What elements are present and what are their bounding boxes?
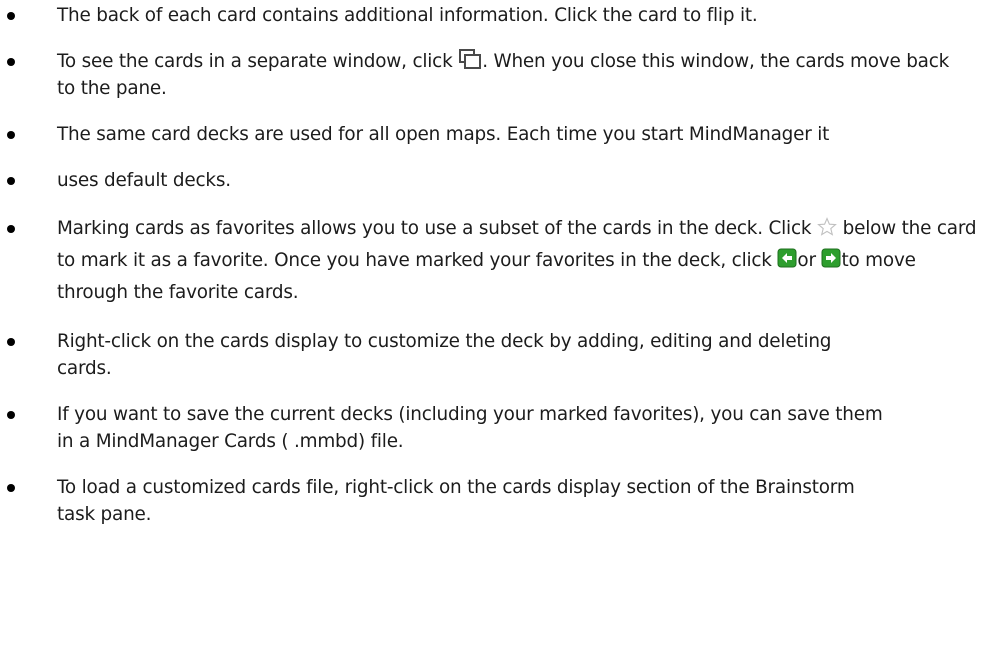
bullet-text: The back of each card contains additiona… — [57, 5, 758, 26]
bullet-text: The same card decks are used for all ope… — [57, 124, 830, 145]
bullet-text: To see the cards in a separate window, c… — [57, 51, 459, 72]
bullet-text: Marking cards as favorites allows you to… — [57, 218, 812, 239]
bullet-text: Right-click on the cards display to cust… — [57, 331, 832, 379]
bullet-dot — [7, 58, 15, 66]
bullet-dot — [7, 338, 15, 346]
bullet-dot — [7, 225, 15, 233]
previous-favorite-icon — [777, 248, 797, 268]
bullet-text: To load a customized cards file, right-c… — [57, 477, 855, 525]
bullet-item-save: If you want to save the current decks (i… — [0, 401, 907, 455]
new-window-icon — [458, 48, 482, 70]
bullet-dot — [7, 177, 15, 185]
bullet-item-load: To load a customized cards file, right-c… — [0, 474, 907, 528]
bullet-dot — [7, 12, 15, 20]
bullet-item-default-decks: uses default decks. — [0, 167, 977, 194]
bullet-dot — [7, 131, 15, 139]
bullet-text: or — [797, 250, 822, 271]
bullet-dot — [7, 411, 15, 419]
next-favorite-icon — [821, 248, 841, 268]
bullet-item-customize: Right-click on the cards display to cust… — [0, 328, 877, 382]
bullet-dot — [7, 484, 15, 492]
bullet-text: If you want to save the current decks (i… — [57, 404, 883, 452]
star-outline-icon — [817, 217, 837, 237]
bullet-text: uses default decks. — [57, 170, 231, 191]
bullet-item-same-decks: The same card decks are used for all ope… — [0, 121, 887, 148]
bullet-item-favorites: Marking cards as favorites allows you to… — [0, 213, 1003, 309]
bullet-item-separate-window: To see the cards in a separate window, c… — [0, 48, 977, 102]
bullet-item-flip: The back of each card contains additiona… — [0, 2, 977, 29]
document-page: The back of each card contains additiona… — [0, 2, 1003, 658]
bullet-list: The back of each card contains additiona… — [0, 2, 1003, 528]
